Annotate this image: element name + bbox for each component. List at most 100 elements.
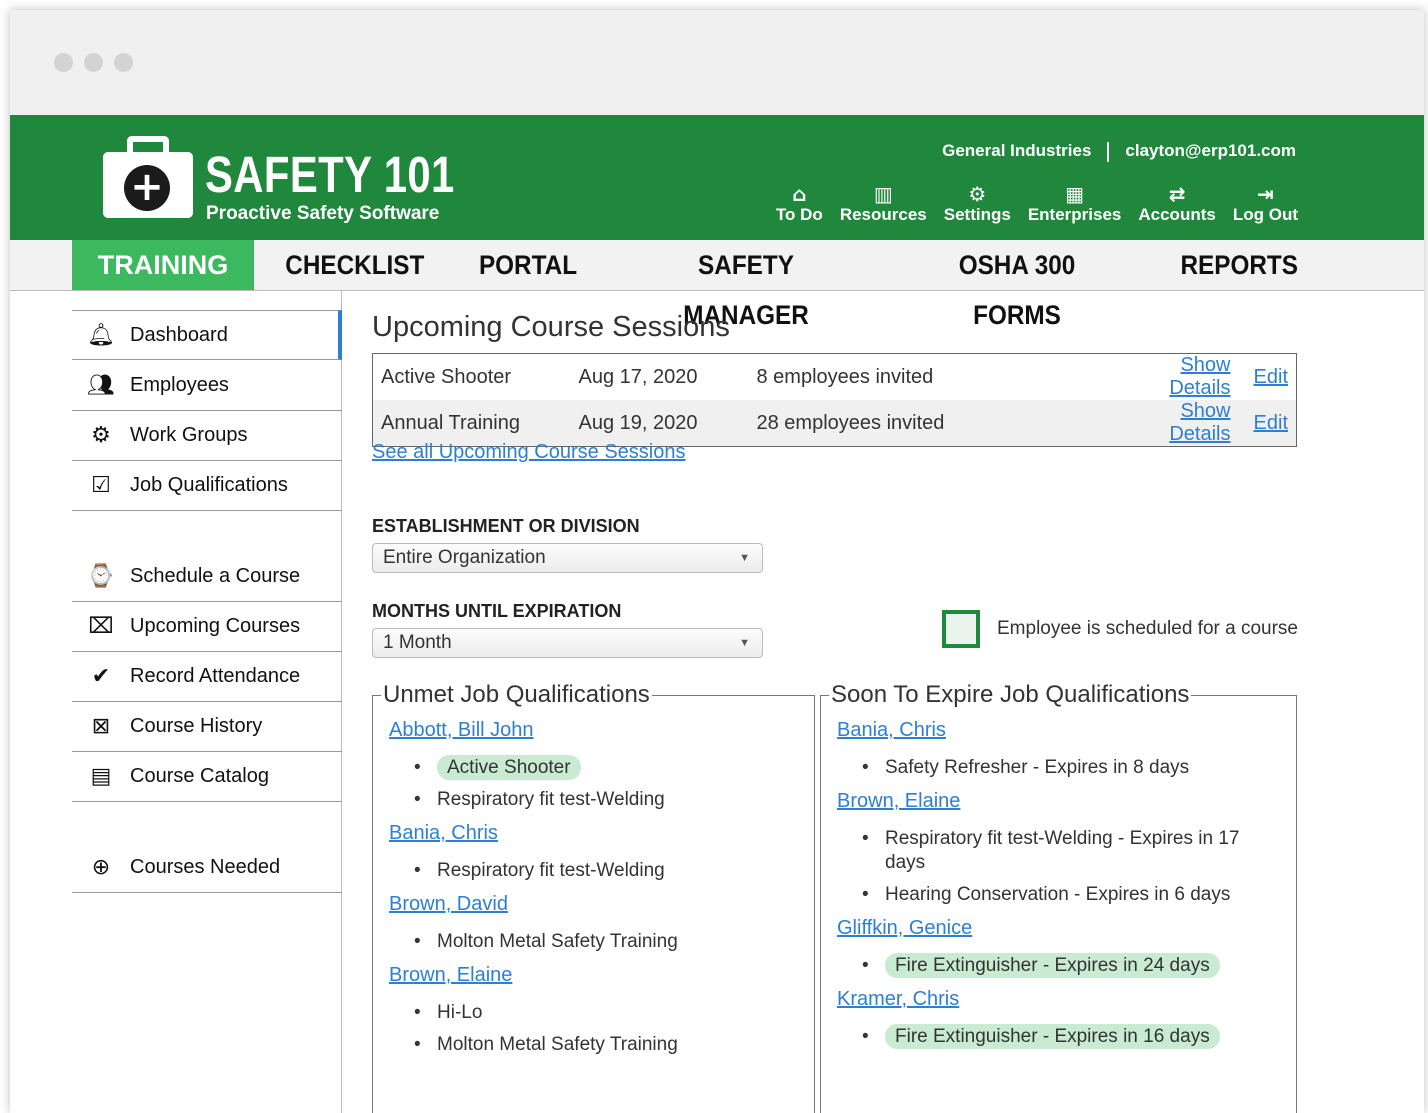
- qualification-list: Safety Refresher - Expires in 8 days: [837, 756, 1280, 780]
- unmet-qualifications-panel: Unmet Job Qualifications Abbott, Bill Jo…: [372, 681, 815, 1113]
- logout-button[interactable]: ⇥ Log Out: [1233, 183, 1298, 225]
- list-item: Hearing Conservation - Expires in 6 days: [837, 883, 1280, 907]
- brand-name: SAFETY 101: [205, 146, 455, 203]
- settings-button[interactable]: ⚙ Settings: [944, 183, 1011, 225]
- tool-label: To Do: [775, 205, 823, 224]
- session-date: Aug 19, 2020: [578, 411, 698, 434]
- sidebar-item-courses-needed[interactable]: ⊕ Courses Needed: [72, 843, 342, 893]
- book-icon: ▥: [873, 182, 893, 206]
- user-email[interactable]: clayton@erp101.com: [1125, 141, 1296, 160]
- tab-portal[interactable]: PORTAL: [476, 240, 580, 290]
- sidebar-item-work-groups[interactable]: ⚙ Work Groups: [72, 411, 342, 461]
- calendar-clock-icon: ⌚: [87, 564, 115, 589]
- list-item: Molton Metal Safety Training: [389, 1033, 798, 1057]
- company-name[interactable]: General Industries: [942, 141, 1091, 160]
- tab-training[interactable]: TRAINING: [72, 240, 254, 290]
- enterprises-button[interactable]: ▦ Enterprises: [1028, 183, 1122, 225]
- sidebar-item-label: Job Qualifications: [130, 474, 288, 496]
- todo-button[interactable]: ⌂ To Do: [776, 183, 823, 225]
- first-aid-kit-icon: +: [103, 152, 193, 218]
- sidebar-item-label: Dashboard: [130, 323, 228, 346]
- building-icon: ▦: [1065, 182, 1085, 206]
- employee-link[interactable]: Brown, David: [389, 893, 798, 916]
- scheduled-highlight: Fire Extinguisher - Expires in 24 days: [885, 953, 1220, 978]
- tab-safety-manager[interactable]: SAFETY MANAGER: [642, 240, 851, 330]
- list-item: Active Shooter: [389, 755, 798, 780]
- invited-count: 8 employees invited: [756, 365, 934, 388]
- gear-icon: ⚙: [968, 182, 987, 206]
- establishment-label: ESTABLISHMENT OR DIVISION: [372, 516, 640, 536]
- sidebar-item-record-attendance[interactable]: ✔ Record Attendance: [72, 652, 342, 702]
- sidebar-item-schedule-course[interactable]: ⌚ Schedule a Course: [72, 552, 342, 602]
- tool-label: Enterprises: [1027, 205, 1122, 224]
- edit-link[interactable]: Edit: [1254, 412, 1288, 434]
- divider: [1107, 141, 1110, 162]
- qualification-list: Fire Extinguisher - Expires in 24 days: [837, 953, 1280, 978]
- establishment-value: Entire Organization: [383, 547, 546, 568]
- course-name: Annual Training: [381, 411, 520, 434]
- show-details-link[interactable]: Show Details: [1169, 400, 1230, 445]
- sidebar-item-employees[interactable]: 👥︎ Employees: [72, 361, 342, 411]
- course-name: Active Shooter: [381, 365, 512, 388]
- sidebar-item-label: Employees: [130, 374, 229, 396]
- sidebar-item-label: Upcoming Courses: [130, 615, 301, 637]
- qualification-list: Fire Extinguisher - Expires in 16 days: [837, 1024, 1280, 1049]
- employee-link[interactable]: Bania, Chris: [389, 822, 798, 845]
- toolbar: ⌂ To Do ▥ Resources ⚙ Settings ▦ Enterprises…: [776, 183, 1298, 225]
- employee-link[interactable]: Gliffkin, Genice: [837, 917, 1280, 940]
- sidebar-item-dashboard[interactable]: 🔔︎ Dashboard: [72, 310, 342, 360]
- home-icon: ⌂: [792, 182, 807, 206]
- list-item: Safety Refresher - Expires in 8 days: [837, 756, 1280, 780]
- employee-link[interactable]: Bania, Chris: [837, 719, 1280, 742]
- edit-link[interactable]: Edit: [1254, 366, 1288, 388]
- main-nav: TRAINING CHECKLIST PORTAL SAFETY MANAGER…: [10, 240, 1424, 330]
- accounts-button[interactable]: ⇄ Accounts: [1138, 183, 1215, 225]
- panel-title: Soon To Expire Job Qualifications: [831, 681, 1190, 708]
- list-item: Hi-Lo: [389, 1001, 798, 1025]
- sidebar-item-label: Schedule a Course: [130, 565, 301, 587]
- employee-link[interactable]: Brown, Elaine: [389, 964, 798, 987]
- tab-checklist[interactable]: CHECKLIST: [285, 240, 424, 290]
- window-zoom-dot[interactable]: [114, 53, 133, 72]
- months-select[interactable]: 1 Month ▼: [372, 628, 763, 658]
- see-all-sessions-link[interactable]: See all Upcoming Course Sessions: [372, 441, 686, 464]
- tab-reports[interactable]: REPORTS: [1181, 240, 1298, 290]
- table-row: Active Shooter Aug 17, 2020 8 employees …: [373, 354, 1297, 401]
- sidebar-item-job-qualifications[interactable]: ☑ Job Qualifications: [72, 461, 342, 511]
- list-item: Respiratory fit test-Welding - Expires i…: [837, 827, 1280, 875]
- swap-arrows-icon: ⇄: [1168, 182, 1186, 206]
- title-bar: [10, 10, 1424, 115]
- people-icon: 👥︎: [87, 373, 115, 398]
- courses-needed-icon: ⊕: [91, 855, 111, 880]
- sidebar-item-upcoming-courses[interactable]: ⌧ Upcoming Courses: [72, 602, 342, 652]
- sessions-table: Active Shooter Aug 17, 2020 8 employees …: [372, 353, 1297, 447]
- app-window: + SAFETY 101 Proactive Safety Software G…: [10, 10, 1424, 1113]
- employee-link[interactable]: Abbott, Bill John: [389, 719, 798, 742]
- chevron-down-icon: ▼: [739, 637, 750, 649]
- presentation-icon: ⌧: [88, 614, 114, 639]
- tab-osha-300-forms[interactable]: OSHA 300 FORMS: [916, 240, 1118, 330]
- window-minimize-dot[interactable]: [84, 53, 103, 72]
- list-item: Molton Metal Safety Training: [389, 930, 798, 954]
- tool-label: Settings: [943, 205, 1011, 224]
- employee-link[interactable]: Brown, Elaine: [837, 790, 1280, 813]
- logout-icon: ⇥: [1257, 182, 1274, 206]
- establishment-select[interactable]: Entire Organization ▼: [372, 543, 763, 573]
- employee-link[interactable]: Kramer, Chris: [837, 988, 1280, 1011]
- legend-text: Employee is scheduled for a course: [997, 618, 1298, 639]
- table-row: Annual Training Aug 19, 2020 28 employee…: [372, 400, 1297, 447]
- catalog-icon: ▤: [90, 764, 112, 789]
- legend-swatch: [942, 610, 980, 648]
- sidebar-item-label: Record Attendance: [130, 665, 301, 687]
- list-item: Fire Extinguisher - Expires in 24 days: [837, 953, 1280, 978]
- scheduled-highlight: Fire Extinguisher - Expires in 16 days: [885, 1024, 1220, 1049]
- resources-button[interactable]: ▥ Resources: [840, 183, 927, 225]
- list-item: Respiratory fit test-Welding: [389, 859, 798, 883]
- sidebar-item-course-history[interactable]: ⊠ Course History: [72, 702, 342, 752]
- qualification-list: Active Shooter Respiratory fit test-Weld…: [389, 755, 798, 812]
- show-details-link[interactable]: Show Details: [1169, 354, 1230, 399]
- qualification-list: Respiratory fit test-Welding: [389, 859, 798, 883]
- months-value: 1 Month: [383, 632, 452, 653]
- window-close-dot[interactable]: [54, 53, 73, 72]
- sidebar-item-course-catalog[interactable]: ▤ Course Catalog: [72, 752, 342, 802]
